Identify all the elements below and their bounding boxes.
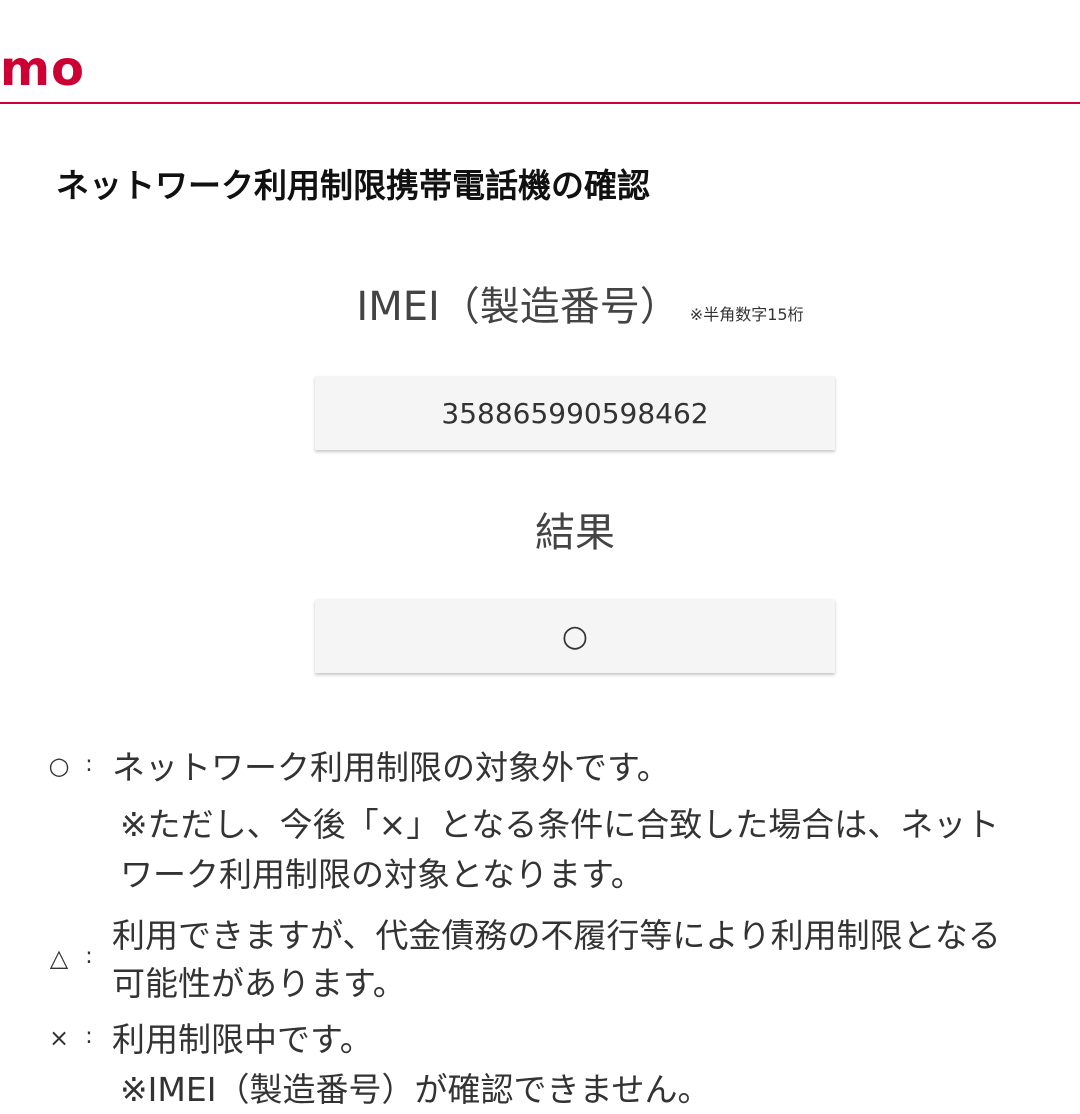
triangle-symbol-icon: △ xyxy=(49,944,69,972)
imei-field-box[interactable] xyxy=(315,376,835,450)
legend-note-ok-line2: ワーク利用制限の対象となります。 xyxy=(120,855,644,894)
legend-colon: : xyxy=(85,944,93,969)
imei-input[interactable] xyxy=(315,376,835,450)
legend-text-triangle-line1: 利用できますが、代金債務の不履行等により利用制限となる xyxy=(112,916,1001,955)
legend-text-triangle-line2: 可能性があります。 xyxy=(112,964,406,1003)
legend-note-ok: ※ただし、今後「×」となる条件に合致した場合は、ネット ワーク利用制限の対象とな… xyxy=(120,800,1080,900)
imei-label-text: IMEI（製造番号） xyxy=(356,284,680,330)
legend-colon: : xyxy=(85,1024,93,1049)
docomo-logo[interactable]: mo xyxy=(0,42,85,96)
result-label: 結果 xyxy=(535,510,615,556)
page-title: ネットワーク利用制限携帯電話機の確認 xyxy=(56,166,650,205)
legend-note-cut: ※IMEI（製造番号）が確認できません。 xyxy=(120,1070,711,1109)
imei-format-note: ※半角数字15桁 xyxy=(689,305,804,324)
legend-colon: : xyxy=(85,752,93,777)
legend-text-triangle: 利用できますが、代金債務の不履行等により利用制限となる 可能性があります。 xyxy=(112,912,1080,1008)
legend-text-ok: ネットワーク利用制限の対象外です。 xyxy=(112,748,670,787)
cross-symbol-icon: × xyxy=(48,1024,70,1052)
circle-symbol-icon: ○ xyxy=(48,752,70,780)
legend-text-cross: 利用制限中です。 xyxy=(112,1020,373,1059)
header-divider xyxy=(0,102,1080,104)
imei-label: IMEI（製造番号） ※半角数字15桁 xyxy=(300,282,860,340)
legend-note-ok-line1: ※ただし、今後「×」となる条件に合致した場合は、ネット xyxy=(120,805,1000,844)
result-value: ○ xyxy=(561,618,589,654)
result-box: ○ xyxy=(315,599,835,673)
